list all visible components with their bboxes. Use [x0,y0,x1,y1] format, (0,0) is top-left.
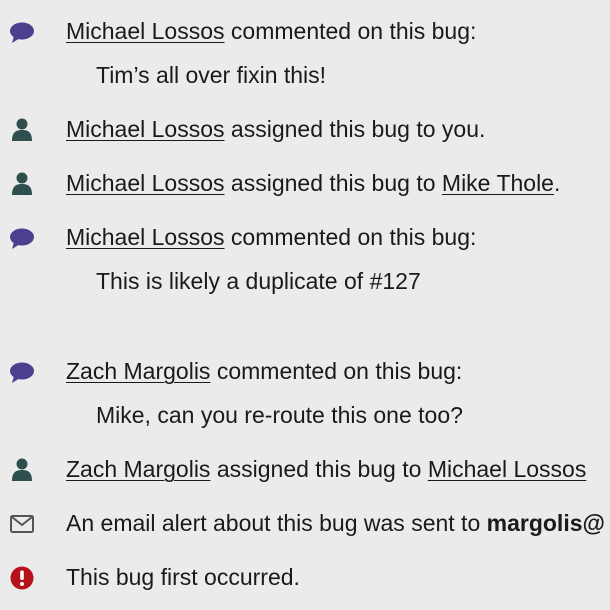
activity-suffix: . [553,170,561,196]
activity-entry-assignment: Michael Lossos assigned this bug to Mike… [0,166,610,200]
person-icon [12,172,32,195]
activity-line: This bug first occurred. [66,560,300,594]
activity-line: Michael Lossos commented on this bug: [66,220,476,254]
envelope-icon [10,515,34,533]
speech-bubble-icon [10,22,34,43]
activity-action-text: assigned this bug to you. [230,116,486,142]
activity-entry-assignment: Michael Lossos assigned this bug to you. [0,112,610,146]
activity-line: Michael Lossos commented on this bug: [66,14,476,48]
activity-line: Michael Lossos assigned this bug to Mike… [66,166,560,200]
user-link-actor[interactable]: Michael Lossos [66,170,225,196]
comment-text: This is likely a duplicate of #127 [96,268,421,294]
activity-action-text: commented on this bug: [216,358,463,384]
user-link-assignee[interactable]: Michael Lossos [428,456,587,482]
user-link-actor[interactable]: Zach Margolis [66,358,210,384]
email-address: margolis@ [486,510,605,536]
comment-text: Tim’s all over fixin this! [96,62,327,88]
activity-line: Zach Margolis assigned this bug to Micha… [66,452,586,486]
comment-text: Mike, can you re-route this one too? [96,402,463,428]
activity-entry-comment: Zach Margolis commented on this bug: [0,354,610,388]
person-icon [12,458,32,481]
speech-bubble-icon [10,228,34,249]
activity-text: An email alert about this bug was sent t… [66,510,481,536]
user-link-assignee[interactable]: Mike Thole [442,170,554,196]
activity-entry-email-alert: An email alert about this bug was sent t… [0,506,610,540]
speech-bubble-icon [10,362,34,383]
activity-action-text: assigned this bug to [216,456,422,482]
activity-line: An email alert about this bug was sent t… [66,506,605,540]
exclamation-circle-icon [10,566,34,590]
user-link-actor[interactable]: Michael Lossos [66,18,225,44]
person-icon [12,118,32,141]
activity-entry-first-occurrence: This bug first occurred. [0,560,610,594]
user-link-actor[interactable]: Michael Lossos [66,224,225,250]
activity-entry-comment: Michael Lossos commented on this bug: [0,14,610,48]
user-link-actor[interactable]: Zach Margolis [66,456,210,482]
activity-entry-comment: Michael Lossos commented on this bug: [0,220,610,254]
user-link-actor[interactable]: Michael Lossos [66,116,225,142]
activity-action-text: assigned this bug to [230,170,436,196]
activity-line: Michael Lossos assigned this bug to you. [66,112,485,146]
activity-line: Zach Margolis commented on this bug: [66,354,462,388]
activity-action-text: commented on this bug: [230,18,477,44]
activity-entry-assignment: Zach Margolis assigned this bug to Micha… [0,452,610,486]
activity-text: This bug first occurred. [66,564,300,590]
activity-action-text: commented on this bug: [230,224,477,250]
